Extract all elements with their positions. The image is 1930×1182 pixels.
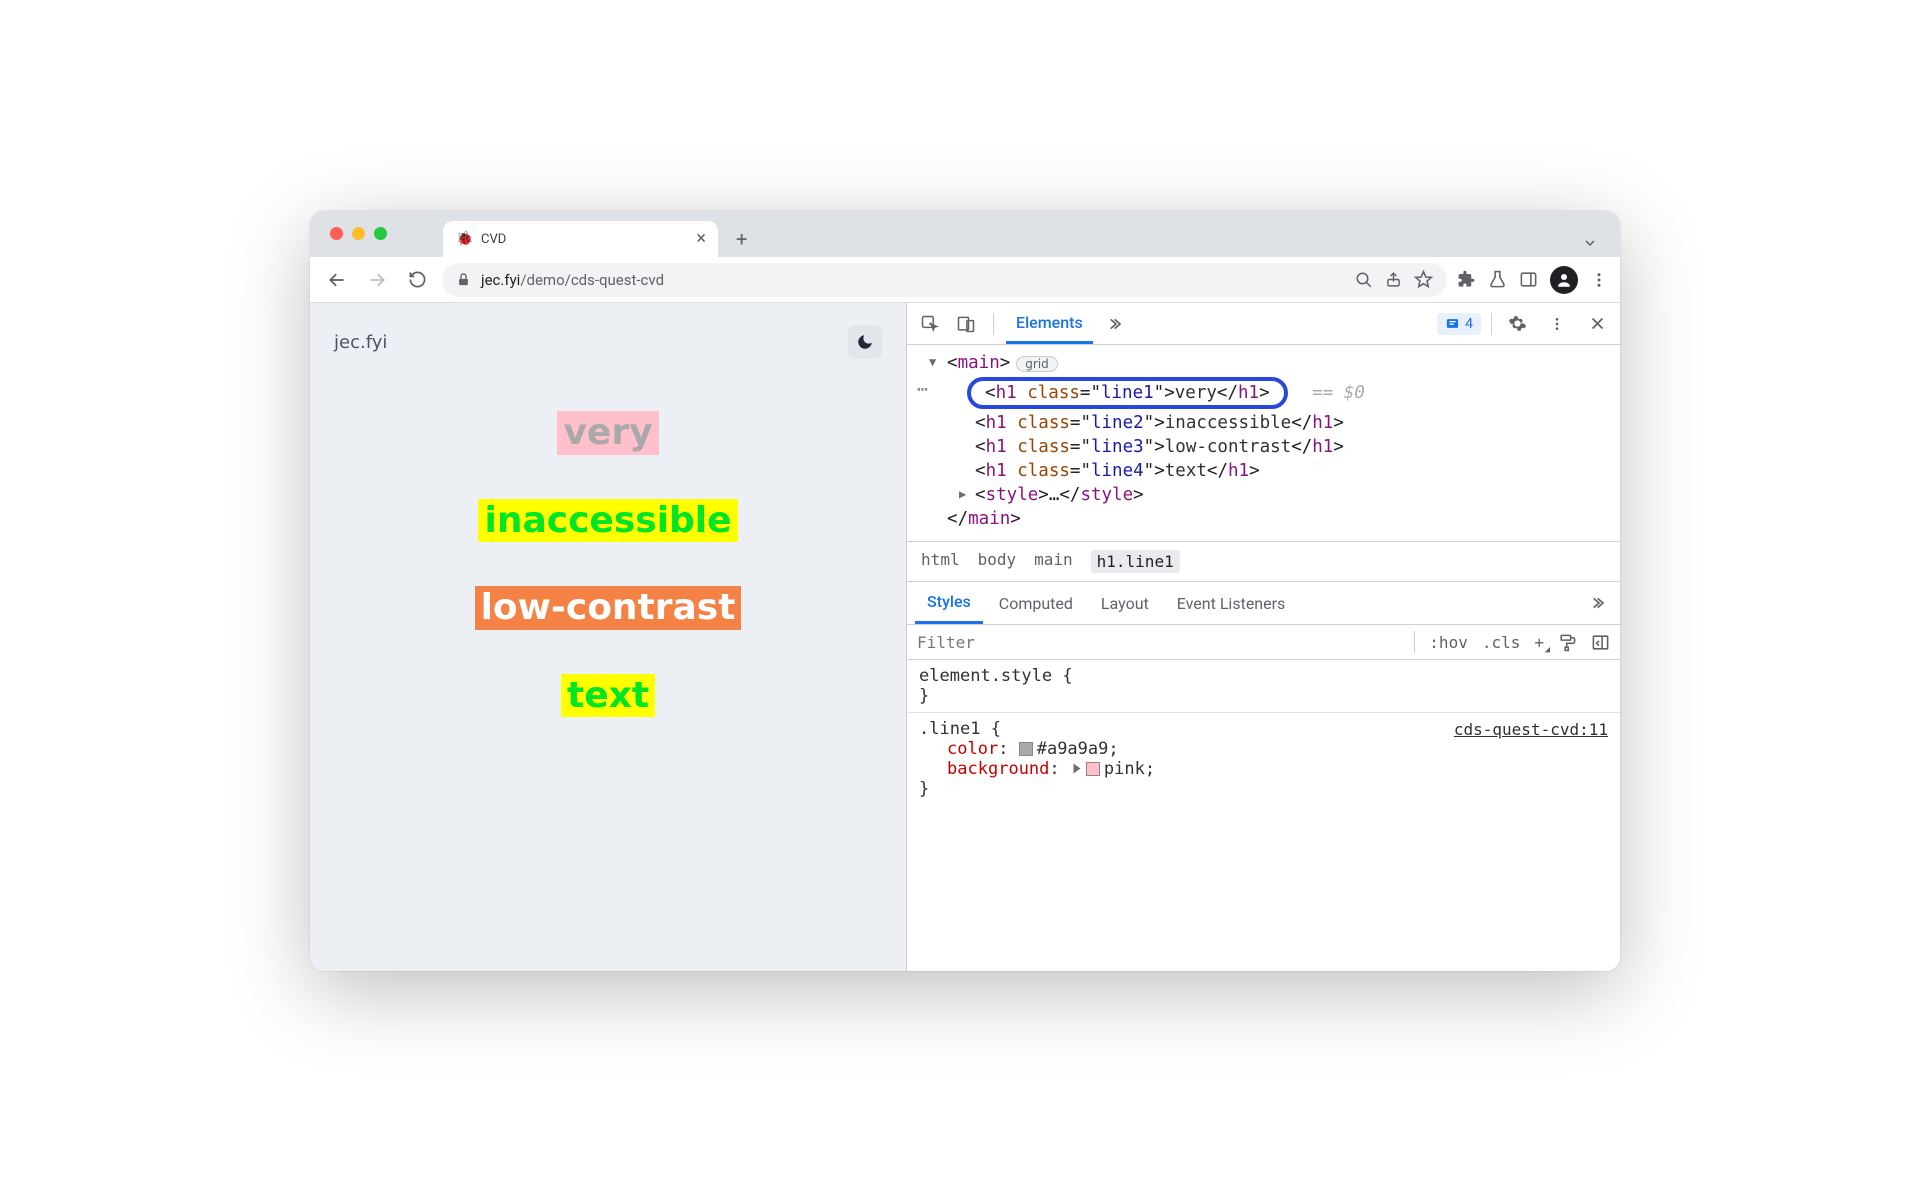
close-window-button[interactable]: [330, 227, 343, 240]
dom-node-main-open[interactable]: ▼<main>grid: [919, 351, 1620, 375]
tab-favicon: 🐞: [457, 231, 473, 247]
rendered-page: jec.fyi very inaccessible low-contrast t…: [310, 303, 906, 971]
content-split: jec.fyi very inaccessible low-contrast t…: [310, 303, 1620, 971]
device-toolbar-icon[interactable]: [951, 309, 981, 339]
crumb-html[interactable]: html: [921, 550, 960, 573]
share-icon[interactable]: [1385, 271, 1402, 288]
issues-count: 4: [1465, 316, 1473, 332]
selected-node-highlight: <h1 class="line1">very</h1>: [967, 377, 1288, 409]
demo-line4: text: [561, 674, 655, 718]
browser-tab[interactable]: 🐞 CVD ×: [443, 221, 718, 257]
lock-icon: [456, 272, 471, 287]
crumb-body[interactable]: body: [978, 550, 1017, 573]
bookmark-star-icon[interactable]: [1414, 270, 1433, 289]
toolbar-actions: [1457, 266, 1608, 294]
color-swatch-icon[interactable]: [1086, 762, 1100, 776]
dom-node-h1-line2[interactable]: <h1 class="line2">inaccessible</h1>: [919, 411, 1620, 435]
back-button[interactable]: [322, 265, 352, 295]
zoom-icon[interactable]: [1355, 271, 1373, 289]
extensions-icon[interactable]: [1457, 270, 1476, 289]
devtools-toolbar: Elements 4: [907, 303, 1620, 345]
settings-gear-icon[interactable]: [1502, 309, 1532, 339]
crumb-main[interactable]: main: [1034, 550, 1073, 573]
rule-source-link[interactable]: cds-quest-cvd:11: [1454, 720, 1608, 739]
css-decl-color[interactable]: color: #a9a9a9;: [919, 739, 1608, 759]
labs-icon[interactable]: [1488, 270, 1507, 289]
dom-node-h1-line1[interactable]: ⋯ <h1 class="line1">very</h1> == $0: [919, 375, 1620, 411]
dom-tree[interactable]: ▼<main>grid ⋯ <h1 class="line1">very</h1…: [907, 345, 1620, 541]
close-tab-icon[interactable]: ×: [696, 230, 706, 248]
side-panel-icon[interactable]: [1519, 270, 1538, 289]
crumb-h1-line1[interactable]: h1.line1: [1091, 550, 1180, 573]
color-swatch-icon[interactable]: [1019, 742, 1033, 756]
address-bar[interactable]: jec.fyi/demo/cds-quest-cvd: [442, 263, 1447, 297]
dom-node-h1-line3[interactable]: <h1 class="line3">low-contrast</h1>: [919, 435, 1620, 459]
close-devtools-icon[interactable]: [1582, 309, 1612, 339]
issues-badge[interactable]: 4: [1437, 313, 1481, 335]
cls-toggle[interactable]: .cls: [1482, 633, 1521, 652]
tab-title: CVD: [481, 232, 506, 247]
rule-close-brace: }: [919, 779, 1608, 799]
dom-node-style[interactable]: ▶<style>…</style>: [919, 483, 1620, 507]
new-style-rule-icon[interactable]: +◢: [1534, 633, 1544, 652]
paint-icon[interactable]: [1558, 633, 1577, 652]
inspect-element-icon[interactable]: [915, 309, 945, 339]
demo-line1: very: [557, 411, 658, 455]
subtab-computed[interactable]: Computed: [987, 584, 1085, 623]
more-subtabs-chevron-icon[interactable]: [1582, 588, 1612, 618]
more-tabs-chevron-icon[interactable]: [1099, 309, 1129, 339]
browser-toolbar: jec.fyi/demo/cds-quest-cvd: [310, 257, 1620, 303]
computed-sidebar-icon[interactable]: [1591, 633, 1610, 652]
styles-filter-bar: :hov .cls +◢: [907, 624, 1620, 659]
url-text: jec.fyi/demo/cds-quest-cvd: [481, 271, 664, 289]
demo-line2: inaccessible: [478, 499, 737, 543]
minimize-window-button[interactable]: [352, 227, 365, 240]
console-ref-hint: == $0: [1312, 383, 1365, 403]
dom-node-h1-line4[interactable]: <h1 class="line4">text</h1>: [919, 459, 1620, 483]
demo-line3: low-contrast: [475, 586, 742, 630]
profile-avatar[interactable]: [1550, 266, 1578, 294]
css-decl-background[interactable]: background: pink;: [919, 759, 1608, 779]
styles-subpanels: Styles Computed Layout Event Listeners: [907, 581, 1620, 624]
devtools-tab-elements[interactable]: Elements: [1006, 303, 1093, 344]
line1-rule-header[interactable]: .line1 { cds-quest-cvd:11: [919, 719, 1608, 739]
forward-button[interactable]: [362, 265, 392, 295]
subtab-layout[interactable]: Layout: [1089, 584, 1161, 623]
dom-breadcrumbs: html body main h1.line1: [907, 541, 1620, 581]
hov-toggle[interactable]: :hov: [1429, 633, 1468, 652]
subtab-event-listeners[interactable]: Event Listeners: [1165, 584, 1298, 623]
reload-button[interactable]: [402, 265, 432, 295]
window-controls: [330, 227, 387, 240]
kebab-menu-icon[interactable]: [1590, 271, 1608, 289]
styles-rules[interactable]: element.style { } .line1 { cds-quest-cvd…: [907, 659, 1620, 811]
dark-mode-toggle[interactable]: [848, 325, 882, 359]
devtools-panel: Elements 4 ▼<main>grid ⋯: [906, 303, 1620, 971]
omnibox-actions: [1355, 270, 1433, 289]
maximize-window-button[interactable]: [374, 227, 387, 240]
subtab-styles[interactable]: Styles: [915, 582, 983, 624]
devtools-kebab-icon[interactable]: [1542, 309, 1572, 339]
tab-strip: 🐞 CVD × +: [310, 211, 1620, 257]
styles-filter-input[interactable]: [917, 633, 1400, 652]
browser-window: 🐞 CVD × + jec.fyi/demo/cds-quest-cvd: [310, 211, 1620, 971]
dom-node-main-close[interactable]: </main>: [919, 507, 1620, 531]
element-style-rule[interactable]: element.style { }: [919, 666, 1608, 706]
new-tab-button[interactable]: +: [726, 221, 757, 257]
dom-gutter-menu-icon[interactable]: ⋯: [917, 379, 929, 400]
grid-badge[interactable]: grid: [1016, 356, 1058, 372]
tab-overflow-chevron-icon[interactable]: [1576, 229, 1604, 257]
page-brand[interactable]: jec.fyi: [334, 332, 387, 353]
expand-shorthand-icon[interactable]: [1073, 764, 1080, 774]
